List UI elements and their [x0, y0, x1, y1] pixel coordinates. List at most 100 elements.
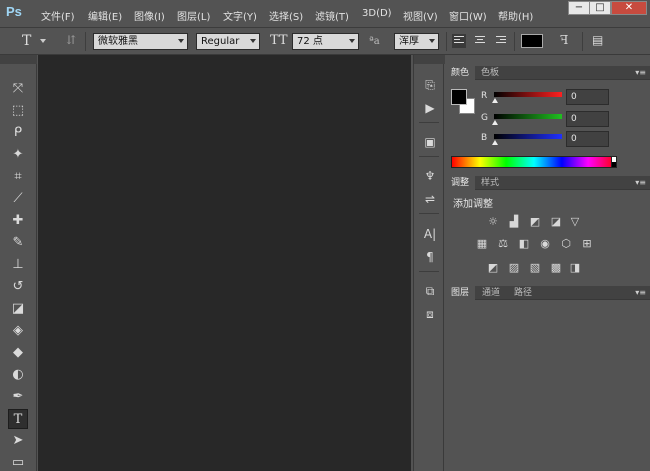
font-size-select[interactable]: 72 点: [292, 33, 359, 50]
tab-styles[interactable]: 样式: [475, 176, 505, 190]
preset-caret-icon[interactable]: [40, 39, 46, 43]
menu-image[interactable]: 图像(I): [134, 8, 165, 23]
color-spectrum-ramp[interactable]: [451, 156, 617, 168]
panel-strip-header[interactable]: [414, 55, 445, 64]
tab-color[interactable]: 颜色: [445, 66, 476, 80]
align-left-button[interactable]: [452, 34, 466, 48]
invert-icon[interactable]: ◩: [486, 261, 500, 275]
photo-filter-icon[interactable]: ◉: [538, 237, 552, 251]
layers-list[interactable]: [445, 300, 650, 471]
close-button[interactable]: ✕: [611, 1, 647, 15]
menu-layer[interactable]: 图层(L): [177, 8, 210, 23]
path-selection-tool-icon[interactable]: ➤: [8, 431, 28, 451]
type-tool-preset-icon[interactable]: T: [22, 33, 31, 49]
menu-filter[interactable]: 滤镜(T): [315, 8, 349, 23]
tab-layers[interactable]: 图层: [445, 286, 476, 300]
menu-3d[interactable]: 3D(D): [362, 8, 392, 19]
panel-menu-icon[interactable]: ▾≡: [635, 68, 646, 77]
menu-file[interactable]: 文件(F): [41, 8, 75, 23]
maximize-button[interactable]: □: [589, 1, 611, 15]
channel-slider-b[interactable]: [494, 134, 562, 139]
separator: [514, 32, 515, 51]
menu-view[interactable]: 视图(V): [403, 8, 438, 23]
menu-select[interactable]: 选择(S): [269, 8, 303, 23]
menu-type[interactable]: 文字(Y): [223, 8, 257, 23]
vibrance-icon[interactable]: ▽: [568, 215, 582, 229]
character-panel-icon[interactable]: A|: [421, 225, 439, 243]
tools-panel-header[interactable]: [0, 55, 37, 64]
tab-adjustments[interactable]: 调整: [445, 176, 476, 190]
type-tool-icon[interactable]: T: [8, 409, 28, 429]
actions-panel-icon[interactable]: ▶: [421, 99, 439, 117]
exposure-icon[interactable]: ◪: [549, 215, 563, 229]
move-tool-icon[interactable]: ⤧: [8, 79, 28, 99]
channel-slider-g[interactable]: [494, 114, 562, 119]
black-white-ramp[interactable]: [611, 156, 617, 168]
panel-menu-icon[interactable]: ▾≡: [635, 288, 646, 297]
text-color-swatch[interactable]: [521, 34, 543, 48]
brush-presets-panel-icon[interactable]: ♆: [421, 167, 439, 185]
paragraph-panel-icon[interactable]: ¶: [421, 248, 439, 266]
menu-help[interactable]: 帮助(H): [498, 8, 533, 23]
crop-tool-icon[interactable]: ⌗: [8, 167, 28, 187]
channel-mixer-icon[interactable]: ⬡: [559, 237, 573, 251]
menu-window[interactable]: 窗口(W): [449, 8, 487, 23]
warp-text-icon[interactable]: ꟻ: [560, 33, 568, 47]
menu-edit[interactable]: 编辑(E): [88, 8, 122, 23]
antialias-icon: ªa: [369, 36, 380, 47]
blur-tool-icon[interactable]: ◆: [8, 343, 28, 363]
character-styles-panel-icon[interactable]: ⧉: [421, 282, 439, 300]
eraser-tool-icon[interactable]: ◪: [8, 299, 28, 319]
tab-swatches[interactable]: 色板: [475, 66, 505, 80]
info-panel-icon[interactable]: ▣: [421, 133, 439, 151]
antialias-select[interactable]: 浑厚: [394, 33, 439, 50]
eyedropper-tool-icon[interactable]: ⟋: [8, 189, 28, 209]
color-lookup-icon[interactable]: ⊞: [580, 237, 594, 251]
channel-label-g: G: [481, 113, 488, 123]
tab-channels[interactable]: 通道: [476, 286, 506, 300]
dodge-tool-icon[interactable]: ◐: [8, 365, 28, 385]
hue-saturation-icon[interactable]: ▦: [475, 237, 489, 251]
color-balance-icon[interactable]: ⚖: [496, 237, 510, 251]
posterize-icon[interactable]: ▨: [507, 261, 521, 275]
panel-menu-icon[interactable]: ▾≡: [635, 178, 646, 187]
paint-bucket-tool-icon[interactable]: ◈: [8, 321, 28, 341]
brightness-contrast-icon[interactable]: ☼: [486, 215, 500, 229]
slider-thumb-b[interactable]: [492, 140, 498, 145]
black-white-icon[interactable]: ◧: [517, 237, 531, 251]
slider-thumb-r[interactable]: [492, 98, 498, 103]
font-style-select[interactable]: Regular: [196, 33, 260, 50]
shape-tool-icon[interactable]: ▭: [8, 453, 28, 471]
selective-color-icon[interactable]: ◨: [568, 261, 582, 275]
text-orientation-icon[interactable]: ⇵: [66, 33, 76, 47]
healing-brush-tool-icon[interactable]: ✚: [8, 211, 28, 231]
minimize-button[interactable]: −: [568, 1, 590, 15]
document-canvas-area[interactable]: [38, 55, 411, 471]
brush-panel-icon[interactable]: ⇌: [421, 190, 439, 208]
foreground-color-swatch[interactable]: [451, 89, 467, 105]
brush-tool-icon[interactable]: ✎: [8, 233, 28, 253]
character-panel-icon[interactable]: ▤: [592, 33, 603, 47]
align-center-button[interactable]: [473, 34, 487, 48]
levels-icon[interactable]: ▟: [507, 215, 521, 229]
channel-value-r[interactable]: 0: [566, 89, 609, 105]
align-right-button[interactable]: [494, 34, 508, 48]
tab-paths[interactable]: 路径: [508, 286, 538, 300]
channel-slider-r[interactable]: [494, 92, 562, 97]
lasso-tool-icon[interactable]: ᑭ: [8, 123, 28, 143]
threshold-icon[interactable]: ▧: [528, 261, 542, 275]
curves-icon[interactable]: ◩: [528, 215, 542, 229]
pen-tool-icon[interactable]: ✒: [8, 387, 28, 407]
paragraph-styles-panel-icon[interactable]: ⧈: [421, 305, 439, 323]
slider-thumb-g[interactable]: [492, 120, 498, 125]
history-panel-icon[interactable]: ⎘: [421, 76, 439, 94]
history-brush-tool-icon[interactable]: ↺: [8, 277, 28, 297]
gradient-map-icon[interactable]: ▩: [549, 261, 563, 275]
channel-value-g[interactable]: 0: [566, 111, 609, 127]
magic-wand-tool-icon[interactable]: ✦: [8, 145, 28, 165]
antialias-value: 浑厚: [399, 36, 419, 47]
channel-value-b[interactable]: 0: [566, 131, 609, 147]
font-family-select[interactable]: 微软雅黑: [93, 33, 188, 50]
marquee-tool-icon[interactable]: ⬚: [8, 101, 28, 121]
clone-stamp-tool-icon[interactable]: ⊥: [8, 255, 28, 275]
